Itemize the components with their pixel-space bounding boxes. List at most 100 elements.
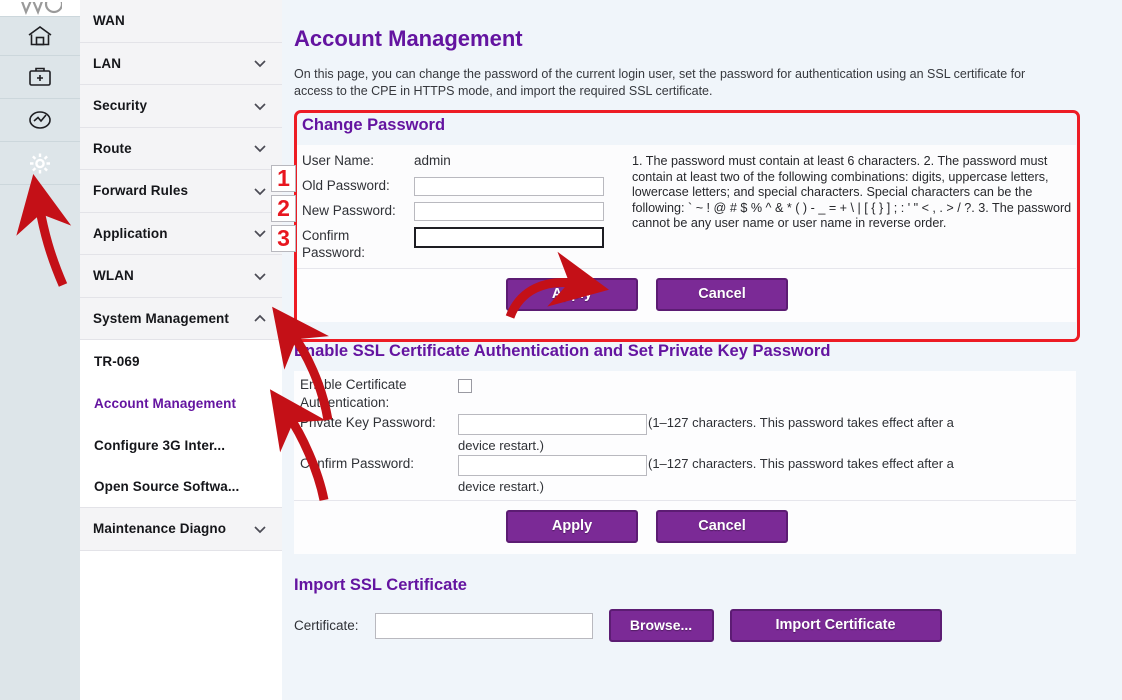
sidebar-item-label: System Management — [93, 311, 252, 326]
private-key-input[interactable] — [458, 414, 647, 435]
sidebar-item-application[interactable]: Application — [80, 213, 282, 256]
username-row: User Name: admin — [302, 152, 632, 176]
sidebar-empty-area — [80, 551, 282, 700]
page-title: Account Management — [294, 26, 1122, 52]
sidebar-item-label: Configure 3G Inter... — [94, 438, 268, 453]
rail-item-settings[interactable] — [0, 142, 80, 185]
confirm-password-input[interactable] — [414, 227, 604, 248]
confirm-password-row: Confirm Password: — [302, 227, 632, 261]
enable-cert-row: Enable Certificate Authentication: — [300, 376, 1076, 412]
import-cert-row: Certificate: Browse... Import Certificat… — [294, 609, 1076, 642]
private-key-hint: (1–127 characters. This password takes e… — [647, 414, 1067, 432]
step-badge-3: 3 — [271, 225, 296, 252]
chevron-up-icon — [252, 310, 268, 326]
step-badge-2: 2 — [271, 195, 296, 222]
chevron-down-icon — [252, 55, 268, 71]
old-password-input[interactable] — [414, 177, 604, 196]
sidebar-item-account-management[interactable]: Account Management — [80, 382, 282, 424]
sidebar-item-wan[interactable]: WAN — [80, 0, 282, 43]
old-password-label: Old Password: — [302, 177, 414, 194]
import-certificate-button[interactable]: Import Certificate — [730, 609, 942, 642]
gear-icon — [27, 151, 53, 176]
sidebar-item-security[interactable]: Security — [80, 85, 282, 128]
sidebar-item-label: Open Source Softwa... — [94, 479, 268, 494]
password-rule-1: 1. The password must contain at least 6 … — [632, 154, 920, 168]
sidebar-item-configure-3g-inter[interactable]: Configure 3G Inter... — [80, 424, 282, 466]
sidebar-item-label: TR-069 — [94, 354, 268, 369]
sidebar-item-system-management[interactable]: System Management — [80, 298, 282, 341]
change-password-panel: Change Password User Name: admin Old Pas… — [294, 110, 1076, 322]
main-content: Account Management On this page, you can… — [282, 0, 1122, 700]
change-password-form: User Name: admin Old Password: New Passw… — [294, 145, 1076, 269]
enable-cert-label: Enable Certificate Authentication: — [300, 376, 458, 412]
ssl-auth-panel: Enable SSL Certificate Authentication an… — [294, 342, 1076, 554]
old-password-row: Old Password: — [302, 177, 632, 201]
import-cert-title: Import SSL Certificate — [294, 576, 1076, 609]
toolbox-icon — [27, 65, 53, 89]
change-password-cancel-button[interactable]: Cancel — [656, 278, 788, 311]
rail-item-dashboard[interactable] — [0, 99, 80, 142]
username-value: admin — [414, 152, 451, 168]
sidebar-menu: WAN LAN Security Route Forward Rules Applicat… — [80, 0, 282, 700]
private-key-hint-cont: device restart.) — [300, 437, 1076, 455]
sidebar-item-label: Forward Rules — [93, 183, 252, 198]
brand-logo-partial — [0, 0, 80, 16]
confirm-password-label: Confirm Password: — [302, 227, 414, 261]
change-password-apply-button[interactable]: Apply — [506, 278, 638, 311]
new-password-input[interactable] — [414, 202, 604, 221]
step-badge-1: 1 — [271, 165, 296, 192]
private-key-row: Private Key Password: (1–127 characters.… — [300, 414, 1076, 435]
rail-item-home[interactable] — [0, 16, 80, 56]
rail-filler — [0, 185, 80, 700]
chevron-down-icon — [252, 183, 268, 199]
sidebar-item-lan[interactable]: LAN — [80, 43, 282, 86]
ssl-auth-title: Enable SSL Certificate Authentication an… — [294, 342, 1076, 371]
account-management-page: WAN LAN Security Route Forward Rules Applicat… — [0, 0, 1122, 700]
confirm-key-label: Confirm Password: — [300, 455, 458, 473]
new-password-row: New Password: — [302, 202, 632, 226]
sidebar-item-label: Security — [93, 98, 252, 113]
chevron-down-icon — [252, 140, 268, 156]
chevron-down-icon — [252, 225, 268, 241]
sidebar-item-maintenance-diagno[interactable]: Maintenance Diagno — [80, 508, 282, 551]
sidebar-item-label: WLAN — [93, 268, 252, 283]
sidebar-item-label: Application — [93, 226, 252, 241]
sidebar-item-label: LAN — [93, 56, 252, 71]
confirm-key-hint: (1–127 characters. This password takes e… — [647, 455, 1067, 473]
sidebar-item-tr-069[interactable]: TR-069 — [80, 340, 282, 382]
sidebar-item-forward-rules[interactable]: Forward Rules — [80, 170, 282, 213]
import-cert-panel: Import SSL Certificate Certificate: Brow… — [294, 576, 1076, 642]
change-password-fields: User Name: admin Old Password: New Passw… — [302, 152, 632, 262]
sidebar-item-open-source-softwa[interactable]: Open Source Softwa... — [80, 466, 282, 508]
new-password-label: New Password: — [302, 202, 414, 219]
sidebar-item-wlan[interactable]: WLAN — [80, 255, 282, 298]
certificate-input[interactable] — [375, 613, 593, 639]
change-password-buttons: Apply Cancel — [294, 269, 1076, 322]
rail-item-toolbox[interactable] — [0, 56, 80, 99]
sidebar-item-label: WAN — [93, 13, 268, 28]
dashboard-icon — [27, 108, 53, 132]
chevron-down-icon — [252, 268, 268, 284]
change-password-title: Change Password — [294, 110, 1076, 145]
sidebar-item-label: Account Management — [94, 396, 268, 411]
ssl-auth-cancel-button[interactable]: Cancel — [656, 510, 788, 543]
page-description: On this page, you can change the passwor… — [294, 66, 1064, 100]
username-label: User Name: — [302, 152, 414, 169]
password-rules: 1. The password must contain at least 6 … — [632, 152, 1076, 262]
sidebar-item-route[interactable]: Route — [80, 128, 282, 171]
confirm-key-hint-cont: device restart.) — [300, 478, 1076, 496]
icon-rail — [0, 0, 80, 700]
private-key-label: Private Key Password: — [300, 414, 458, 432]
browse-button[interactable]: Browse... — [609, 609, 714, 642]
ssl-auth-form: Enable Certificate Authentication: Priva… — [294, 371, 1076, 501]
ssl-auth-apply-button[interactable]: Apply — [506, 510, 638, 543]
enable-cert-checkbox[interactable] — [458, 379, 472, 393]
sidebar-item-label: Route — [93, 141, 252, 156]
confirm-key-input[interactable] — [458, 455, 647, 476]
ssl-auth-buttons: Apply Cancel — [294, 501, 1076, 554]
home-icon — [27, 24, 53, 48]
chevron-down-icon — [252, 98, 268, 114]
confirm-key-row: Confirm Password: (1–127 characters. Thi… — [300, 455, 1076, 476]
certificate-label: Certificate: — [294, 618, 359, 633]
sidebar-item-label: Maintenance Diagno — [93, 521, 252, 536]
